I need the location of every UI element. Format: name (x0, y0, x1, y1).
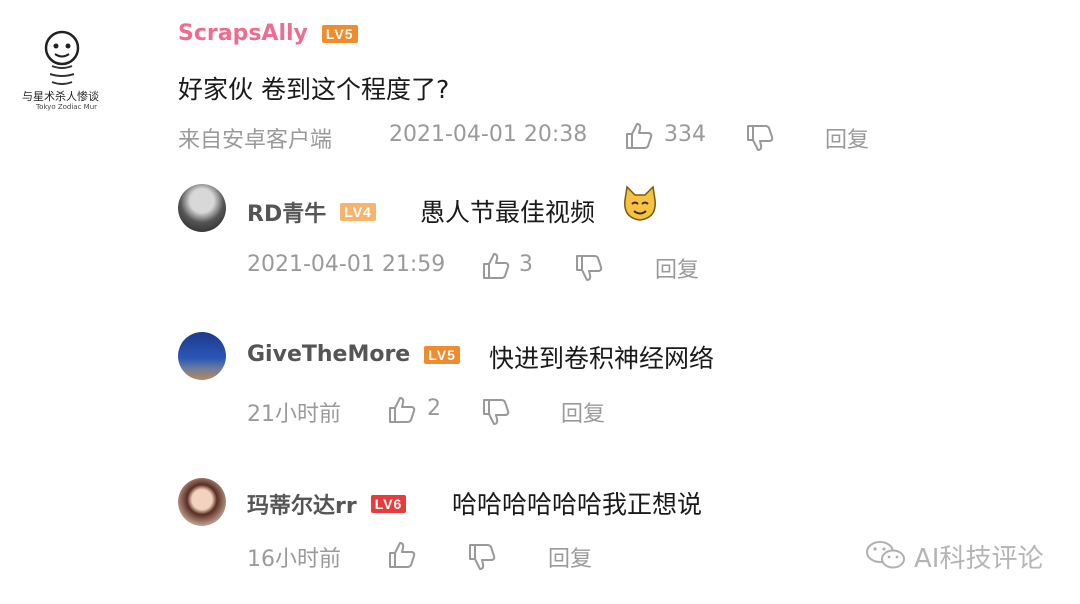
reply-button[interactable]: 回复 (825, 122, 869, 154)
like-icon[interactable] (387, 395, 417, 425)
like-icon[interactable] (624, 121, 654, 151)
like-count: 3 (519, 252, 533, 277)
like-icon[interactable] (387, 540, 417, 570)
reply-username[interactable]: RD青牛 (247, 196, 326, 228)
comment-text: 好家伙 卷到这个程度了? (178, 75, 450, 104)
dislike-icon[interactable] (574, 253, 604, 283)
avatar-givethemore[interactable] (178, 332, 226, 380)
dislike-icon[interactable] (467, 542, 497, 572)
like-icon[interactable] (481, 251, 511, 281)
reply-button[interactable]: 回复 (548, 541, 592, 573)
username[interactable]: ScrapsAlly (178, 21, 308, 46)
cat-emoji-icon (620, 184, 660, 228)
reply-time: 2021-04-01 21:59 (247, 252, 446, 277)
level-badge: LV5 (424, 345, 460, 364)
level-badge: LV6 (370, 495, 407, 513)
avatar-matilda[interactable] (178, 478, 226, 526)
watermark: AI科技评论 (864, 538, 1043, 575)
avatar-scrapsally[interactable]: 与星术杀人惨谈 Tokyo Zodiac Mur (14, 18, 110, 114)
like-count: 334 (664, 122, 706, 147)
reply-text: 哈哈哈哈哈哈我正想说 (452, 490, 703, 519)
comment-time: 2021-04-01 20:38 (389, 122, 588, 147)
comment-source: 来自安卓客户端 (178, 128, 333, 153)
reply-username[interactable]: 玛蒂尔达rr (247, 488, 357, 520)
like-count: 2 (427, 396, 441, 421)
reply-time: 16小时前 (247, 547, 341, 572)
reply-button[interactable]: 回复 (655, 252, 699, 284)
avatar-caption-en: Tokyo Zodiac Mur (36, 103, 98, 111)
reply-time: 21小时前 (247, 402, 341, 427)
reply-text: 愚人节最佳视频 (420, 198, 596, 227)
level-badge: LV4 (340, 203, 376, 221)
wechat-icon (864, 539, 908, 575)
reply-text: 快进到卷积神经网络 (489, 344, 715, 373)
dislike-icon[interactable] (745, 123, 775, 153)
avatar-rd[interactable] (178, 184, 226, 232)
level-badge: LV5 (321, 24, 358, 43)
dislike-icon[interactable] (481, 397, 511, 427)
reply-button[interactable]: 回复 (561, 396, 605, 428)
reply-username[interactable]: GiveTheMore (247, 342, 410, 367)
watermark-text: AI科技评论 (914, 544, 1044, 574)
avatar-caption: 与星术杀人惨谈 (22, 90, 99, 103)
